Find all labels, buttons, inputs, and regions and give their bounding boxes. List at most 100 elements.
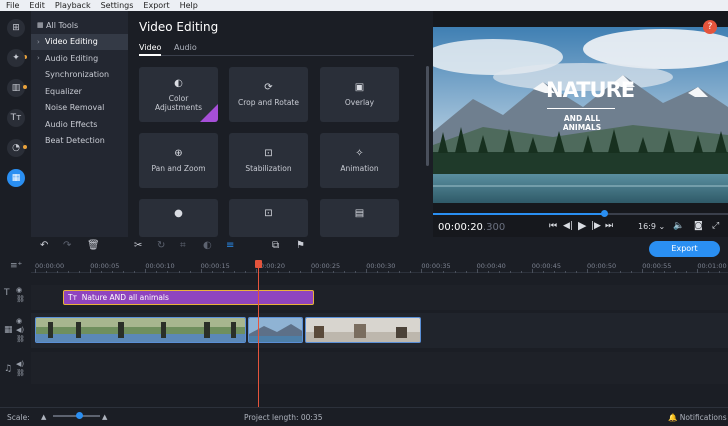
- fullscreen-icon[interactable]: ⤢: [712, 221, 719, 231]
- frame-back-icon[interactable]: ◀|: [563, 221, 573, 231]
- category-video-editing[interactable]: › Video Editing: [31, 33, 128, 50]
- snapshot-icon[interactable]: ◙: [694, 221, 703, 231]
- category-label: Audio Editing: [45, 53, 99, 63]
- playback-progress-fill: [433, 213, 604, 215]
- chevron-right-icon: ›: [37, 54, 40, 63]
- color-tool-icon[interactable]: ◐: [203, 240, 212, 251]
- category-audio-effects[interactable]: Audio Effects: [31, 116, 128, 133]
- ruler-tick-label: 00:00:00: [35, 262, 65, 270]
- link-icon[interactable]: ⛓: [16, 295, 25, 303]
- ruler-tick-label: 00:00:45: [531, 262, 561, 270]
- tile-overlay[interactable]: ▣ Overlay: [320, 67, 399, 122]
- crop-tool-icon[interactable]: ⌗: [180, 240, 186, 251]
- ruler-tick-label: 00:00:35: [421, 262, 451, 270]
- category-beat-detection[interactable]: Beat Detection: [31, 133, 128, 150]
- tile-stabilization[interactable]: ⊡ Stabilization: [229, 133, 308, 188]
- import-icon[interactable]: ⊞: [7, 19, 25, 37]
- category-label: Beat Detection: [45, 136, 105, 146]
- delete-icon[interactable]: 🗑: [87, 240, 100, 251]
- tile-pan-zoom[interactable]: ⊕ Pan and Zoom: [139, 133, 218, 188]
- export-button[interactable]: Export: [649, 241, 720, 257]
- more-tools-icon[interactable]: ▦: [7, 169, 25, 187]
- titles-icon[interactable]: Tт: [7, 109, 25, 127]
- tile-crop-rotate[interactable]: ⟳ Crop and Rotate: [229, 67, 308, 122]
- category-all-tools[interactable]: ▦ All Tools: [31, 17, 128, 34]
- tile-animation[interactable]: ✧ Animation: [320, 133, 399, 188]
- left-toolbar: ⊞ ✦ ▥ Tт ◔ ▦: [0, 11, 31, 237]
- tile-partial[interactable]: ●: [139, 199, 218, 237]
- title-clip[interactable]: Tт Nature AND all animals: [63, 290, 314, 305]
- timecode: 00:00:20.300: [438, 222, 505, 233]
- aspect-ratio-select[interactable]: 16:9 ⌄: [638, 222, 665, 231]
- scale-label: Scale:: [7, 413, 30, 422]
- room-thumbnail: [306, 318, 420, 342]
- tools-scrollbar[interactable]: [426, 66, 429, 166]
- undo-icon[interactable]: ↶: [40, 240, 48, 251]
- menu-settings[interactable]: Settings: [96, 0, 139, 11]
- title-clip-label: Nature AND all animals: [81, 293, 169, 302]
- redo-icon[interactable]: ↷: [63, 240, 71, 251]
- tile-label: Crop and Rotate: [238, 98, 299, 107]
- rotate-icon[interactable]: ↻: [157, 240, 165, 251]
- marker-flag-icon[interactable]: ⚑: [296, 240, 305, 251]
- ruler-tick-label: 00:00:10: [145, 262, 175, 270]
- menu-file[interactable]: File: [0, 0, 24, 11]
- eye-icon[interactable]: ◉: [16, 286, 22, 294]
- playback-progress-knob[interactable]: [601, 210, 608, 217]
- link-icon[interactable]: ⛓: [16, 369, 25, 377]
- zoom-out-icon[interactable]: ▲: [41, 413, 46, 421]
- ruler-tick-label: 00:00:05: [90, 262, 120, 270]
- category-audio-editing[interactable]: › Audio Editing: [31, 50, 128, 67]
- ruler-tick-label: 00:00:40: [476, 262, 506, 270]
- category-noise-removal[interactable]: Noise Removal: [31, 100, 128, 117]
- menu-export[interactable]: Export: [138, 0, 174, 11]
- menu-edit[interactable]: Edit: [24, 0, 50, 11]
- volume-icon[interactable]: 🔈: [673, 221, 684, 231]
- cut-icon[interactable]: ✂: [134, 240, 142, 251]
- add-track-icon[interactable]: ≡⁺: [10, 261, 22, 271]
- ruler-tick-label: 00:01:00: [697, 262, 727, 270]
- skip-back-icon[interactable]: ⏮: [549, 221, 557, 231]
- ruler-tick-label: 00:00:30: [366, 262, 396, 270]
- ruler-tick-label: 00:00:25: [311, 262, 341, 270]
- frame-forward-icon[interactable]: |▶: [591, 221, 601, 231]
- video-clip-forest[interactable]: [35, 317, 246, 343]
- tab-audio[interactable]: Audio: [174, 42, 197, 54]
- zoom-in-icon[interactable]: ▲: [102, 413, 107, 421]
- notifications-button[interactable]: 🔔 Notifications: [668, 413, 727, 422]
- tile-label: Color: [168, 93, 189, 103]
- link-icon[interactable]: ⛓: [16, 335, 25, 343]
- menu-help[interactable]: Help: [175, 0, 203, 11]
- overlay-icon: ▣: [354, 82, 365, 93]
- project-length: Project length: 00:35: [244, 413, 323, 422]
- speaker-icon[interactable]: ◀): [16, 326, 24, 334]
- tile-label: Overlay: [344, 98, 375, 107]
- panel-title: Video Editing: [139, 20, 219, 34]
- play-icon[interactable]: ▶: [578, 219, 586, 232]
- category-equalizer[interactable]: Equalizer: [31, 83, 128, 100]
- zoom-icon: ⊕: [174, 148, 183, 159]
- tile-color-adjustments[interactable]: ◐ Color Adjustments: [139, 67, 218, 122]
- magic-wand-icon[interactable]: ✦: [7, 49, 25, 67]
- playhead-handle[interactable]: [255, 260, 262, 268]
- ruler-tick-label: 00:00:15: [200, 262, 230, 270]
- speaker-icon[interactable]: ◀): [16, 360, 24, 368]
- adjust-icon[interactable]: ≡: [226, 240, 234, 251]
- video-clip-lake[interactable]: [248, 317, 303, 343]
- tab-video[interactable]: Video: [139, 42, 162, 56]
- skip-forward-icon[interactable]: ⏭: [605, 221, 613, 231]
- help-icon[interactable]: ?: [703, 20, 717, 34]
- menu-playback[interactable]: Playback: [50, 0, 96, 11]
- overlay-tool-icon[interactable]: ⧉: [272, 240, 279, 251]
- eye-icon[interactable]: ◉: [16, 317, 22, 325]
- tile-label: Pan and Zoom: [151, 164, 206, 173]
- scale-slider-knob[interactable]: [76, 412, 83, 419]
- color-adjust-icon: ◐: [174, 77, 183, 89]
- tools-panel: Video Editing Video Audio ◐ Color Adjust…: [128, 11, 433, 237]
- menu-bar: File Edit Playback Settings Export Help: [0, 0, 728, 11]
- tile-partial[interactable]: ⊡: [229, 199, 308, 237]
- tile-partial[interactable]: ▤: [320, 199, 399, 237]
- category-synchronization[interactable]: Synchronization: [31, 67, 128, 84]
- video-clip-room[interactable]: [305, 317, 421, 343]
- playhead-line: [258, 263, 259, 407]
